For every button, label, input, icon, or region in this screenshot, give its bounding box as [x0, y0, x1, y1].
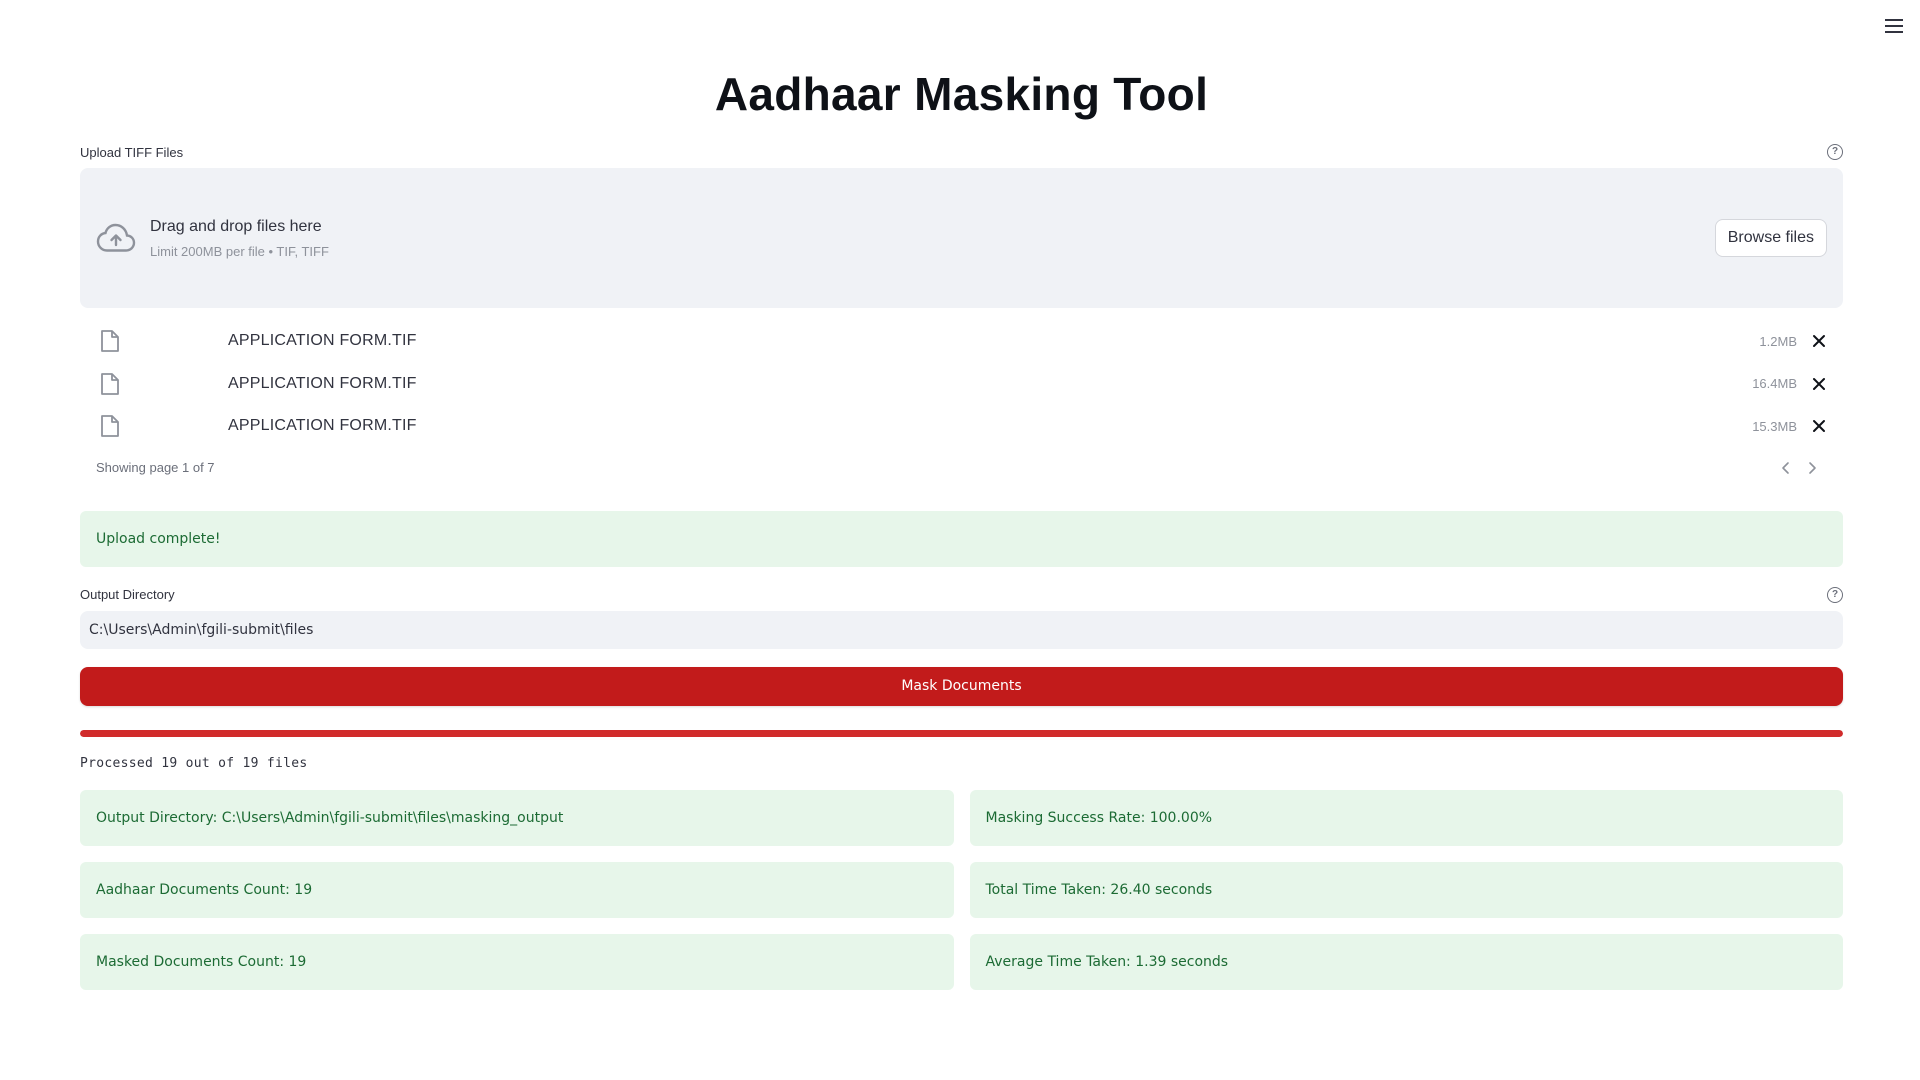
file-icon [101, 372, 119, 395]
stat-text: Masking Success Rate: 100.00% [985, 809, 1213, 826]
stat-masked-count: Masked Documents Count: 19 [80, 933, 954, 990]
progress-bar [80, 729, 1843, 737]
stat-text: Average Time Taken: 1.39 seconds [985, 953, 1229, 970]
file-name: APPLICATION FORM.TIF [228, 332, 417, 350]
close-icon[interactable] [1811, 376, 1827, 392]
mask-documents-button[interactable]: Mask Documents [80, 666, 1843, 706]
upload-label-row: Upload TIFF Files ? [80, 143, 1843, 161]
file-name: APPLICATION FORM.TIF [228, 417, 417, 435]
dropzone-text: Drag and drop files here Limit 200MB per… [150, 218, 1715, 259]
cloud-upload-icon [96, 223, 136, 252]
dropzone-instruction: Drag and drop files here [150, 217, 322, 235]
stat-average-time: Average Time Taken: 1.39 seconds [969, 933, 1843, 990]
output-directory-label: Output Directory [80, 587, 175, 602]
help-icon[interactable]: ? [1827, 144, 1843, 160]
stat-text: Total Time Taken: 26.40 seconds [985, 881, 1213, 898]
chevron-left-icon[interactable] [1779, 461, 1793, 475]
close-icon[interactable] [1811, 418, 1827, 434]
help-icon[interactable]: ? [1827, 586, 1843, 603]
close-icon[interactable] [1811, 333, 1827, 349]
dropzone-limit: Limit 200MB per file • TIF, TIFF [150, 243, 329, 259]
pagination-buttons [1779, 461, 1819, 475]
upload-status-text: Upload complete! [96, 530, 221, 547]
file-size: 16.4MB [1752, 376, 1797, 392]
stat-aadhaar-count: Aadhaar Documents Count: 19 [80, 861, 954, 918]
file-icon [101, 415, 119, 438]
uploaded-file-list: APPLICATION FORM.TIF 1.2MB APPLICATION F… [80, 320, 1843, 448]
stat-text: Masked Documents Count: 19 [96, 953, 307, 970]
upload-label: Upload TIFF Files [80, 144, 184, 160]
stat-success-rate: Masking Success Rate: 100.00% [969, 789, 1843, 846]
file-dropzone[interactable]: Drag and drop files here Limit 200MB per… [80, 168, 1843, 308]
stat-output-directory: Output Directory: C:\Users\Admin\fgili-s… [80, 789, 954, 846]
file-size: 15.3MB [1752, 418, 1797, 434]
output-directory-label-row: Output Directory ? [80, 586, 1843, 604]
chevron-right-icon[interactable] [1805, 461, 1819, 475]
stat-text: Output Directory: C:\Users\Admin\fgili-s… [96, 809, 564, 826]
page-title: Aadhaar Masking Tool [714, 68, 1209, 120]
file-row: APPLICATION FORM.TIF 1.2MB [80, 320, 1843, 363]
file-row: APPLICATION FORM.TIF 16.4MB [80, 363, 1843, 406]
file-icon [101, 330, 119, 353]
main-container: Aadhaar Masking Tool Upload TIFF Files ?… [80, 0, 1843, 990]
file-pagination: Showing page 1 of 7 [80, 448, 1843, 488]
file-name: APPLICATION FORM.TIF [228, 374, 417, 392]
menu-icon[interactable] [1880, 14, 1908, 38]
file-size: 1.2MB [1759, 333, 1797, 349]
file-row: APPLICATION FORM.TIF 15.3MB [80, 405, 1843, 448]
upload-status-alert: Upload complete! [80, 510, 1843, 567]
output-directory-input[interactable] [80, 610, 1843, 649]
progress-text: Processed 19 out of 19 files [80, 755, 308, 771]
pagination-text: Showing page 1 of 7 [96, 460, 215, 475]
stat-text: Aadhaar Documents Count: 19 [96, 881, 313, 898]
stats-grid: Output Directory: C:\Users\Admin\fgili-s… [80, 789, 1843, 990]
browse-files-button[interactable]: Browse files [1714, 219, 1827, 257]
stat-total-time: Total Time Taken: 26.40 seconds [969, 861, 1843, 918]
progress-bar-fill [80, 729, 1843, 737]
